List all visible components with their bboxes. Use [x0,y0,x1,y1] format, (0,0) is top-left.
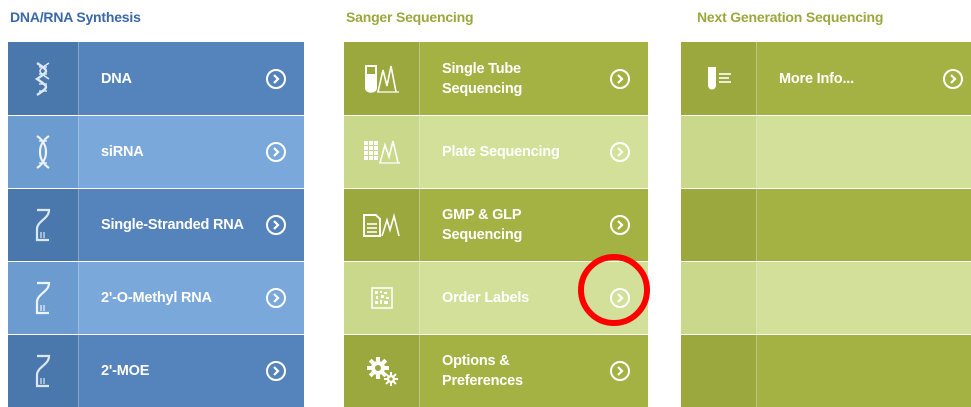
menu-item-plate-sequencing[interactable]: Plate Sequencing [344,116,648,188]
tube-peaks-icon [344,42,420,115]
menu-item-label: 2'-O-Methyl RNA [101,290,212,306]
chevron-right-circle-icon[interactable] [266,68,286,89]
menu-item-label: Single Tube Sequencing [442,60,523,97]
next-generation-sequencing-heading: Next Generation Sequencing [697,9,884,25]
single-strand-icon [8,189,79,261]
chevron-right-circle-icon[interactable] [610,142,630,162]
barcode-label-icon [344,262,420,334]
menu-item-label: siRNA [101,144,144,160]
menu-item-dna[interactable]: DNA [8,42,304,115]
menu-item-label: Plate Sequencing [442,144,560,160]
single-strand-icon [8,262,79,334]
menu-item-single-tube-sequencing[interactable]: Single Tube Sequencing [344,42,648,115]
menu-item-options-preferences[interactable]: Options & Preferences [344,335,648,407]
next-generation-sequencing-panel: More Info... [681,42,971,407]
menu-item-gmp-glp-sequencing[interactable]: GMP & GLP Sequencing [344,189,648,261]
chevron-right-circle-icon[interactable] [266,361,286,381]
sanger-sequencing-panel: Single Tube Sequencing Plate Sequencing … [344,42,648,407]
menu-item-2-o-methyl-rna[interactable]: 2'-O-Methyl RNA [8,262,304,334]
menu-item-label: Single-Stranded RNA [101,217,244,233]
tube-list-icon [681,42,757,115]
dna-rna-synthesis-heading: DNA/RNA Synthesis [10,9,141,25]
sanger-sequencing-heading: Sanger Sequencing [346,9,474,25]
single-strand-icon [8,335,79,407]
chevron-right-circle-icon[interactable] [266,215,286,235]
chevron-right-circle-icon[interactable] [610,68,630,89]
empty-row [681,116,971,188]
chevron-right-circle-icon[interactable] [266,142,286,162]
plate-peaks-icon [344,116,420,188]
menu-item-label: Options & Preferences [442,353,523,389]
double-helix-icon [8,116,79,188]
empty-row [681,335,971,407]
dna-helix-icon [8,42,79,115]
document-peaks-icon [344,189,420,261]
chevron-right-circle-icon[interactable] [610,361,630,381]
menu-item-label: More Info... [779,70,854,87]
chevron-right-circle-icon[interactable] [610,288,630,308]
chevron-right-circle-icon[interactable] [943,68,963,89]
chevron-right-circle-icon[interactable] [266,288,286,308]
empty-row [681,189,971,261]
gears-icon [344,335,420,407]
menu-item-more-info[interactable]: More Info... [681,42,971,115]
menu-item-order-labels[interactable]: Order Labels [344,262,648,334]
menu-item-2-moe[interactable]: 2'-MOE [8,335,304,407]
empty-row [681,262,971,334]
chevron-right-circle-icon[interactable] [610,215,630,235]
menu-item-label: GMP & GLP Sequencing [442,207,523,243]
menu-item-single-stranded-rna[interactable]: Single-Stranded RNA [8,189,304,261]
menu-item-sirna[interactable]: siRNA [8,116,304,188]
dna-rna-synthesis-panel: DNA siRNA Single-Stranded RNA 2'-O-Methy… [8,42,304,407]
menu-item-label: Order Labels [442,290,530,306]
menu-item-label: DNA [101,70,132,87]
menu-item-label: 2'-MOE [101,363,150,379]
